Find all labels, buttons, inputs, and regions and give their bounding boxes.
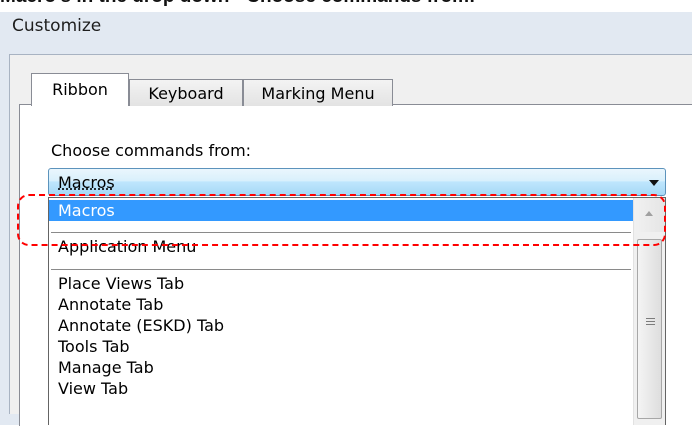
dialog-title: Customize [12, 16, 102, 36]
choose-commands-label: Choose commands from: [51, 141, 252, 160]
scroll-thumb[interactable] [637, 239, 662, 419]
list-separator [51, 269, 631, 270]
list-item-manage-tab[interactable]: Manage Tab [49, 357, 633, 378]
instruction-caption: Macro's in the drop down - Choose comman… [0, 0, 692, 12]
list-item-macros[interactable]: Macros [49, 200, 633, 221]
scroll-up-arrow-icon [645, 211, 653, 216]
list-item-tools-tab[interactable]: Tools Tab [49, 336, 633, 357]
list-separator [51, 232, 631, 233]
scroll-grip-icon [646, 318, 655, 319]
list-item-application-menu[interactable]: Application Menu [49, 236, 633, 257]
chevron-down-icon[interactable] [649, 180, 659, 186]
commands-source-combobox[interactable]: Macros [48, 168, 666, 196]
tab-ribbon[interactable]: Ribbon [31, 73, 129, 106]
commands-dropdown-list[interactable]: Macros Application Menu Place Views Tab … [48, 197, 666, 425]
list-item-annotate-eskd-tab[interactable]: Annotate (ESKD) Tab [49, 315, 633, 336]
list-item-place-views-tab[interactable]: Place Views Tab [49, 273, 633, 294]
tab-marking-menu[interactable]: Marking Menu [243, 79, 393, 106]
scroll-up-button[interactable] [635, 198, 665, 232]
list-item-annotate-tab[interactable]: Annotate Tab [49, 294, 633, 315]
combobox-value: Macros [58, 173, 115, 192]
scroll-grip-icon [646, 324, 655, 325]
scroll-grip-icon [646, 321, 655, 322]
dropdown-scrollbar[interactable] [633, 198, 665, 425]
tab-keyboard[interactable]: Keyboard [129, 79, 243, 106]
list-item-view-tab[interactable]: View Tab [49, 378, 633, 399]
